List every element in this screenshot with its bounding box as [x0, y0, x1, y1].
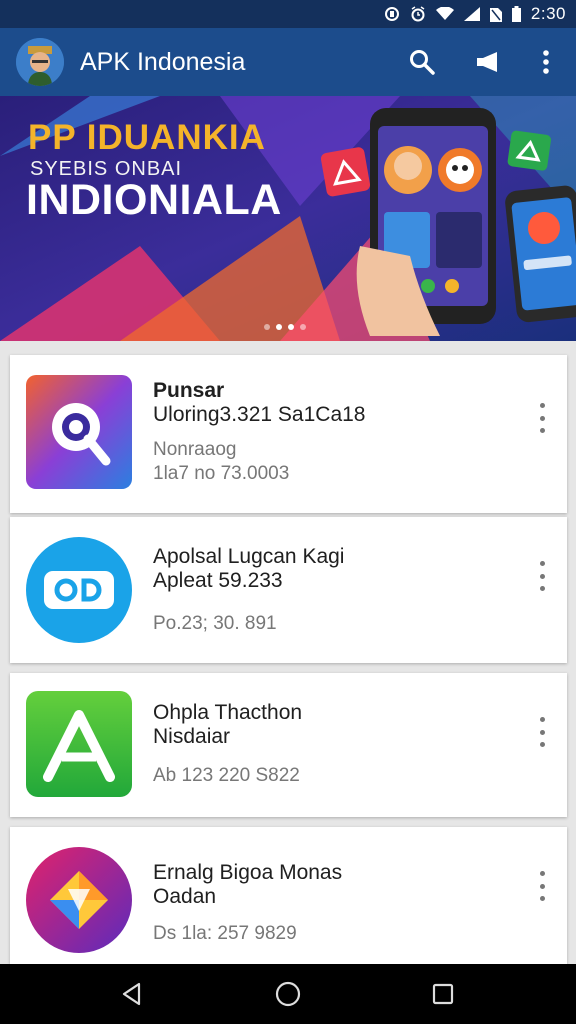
app-version: Oadan — [153, 885, 217, 908]
app-size: 1la7 no 73.0003 — [153, 463, 290, 484]
carousel-dot[interactable] — [288, 324, 294, 330]
back-icon — [122, 982, 141, 1006]
promo-banner[interactable]: PP IDUANKIA SYEBIS ONBAI INDIONIALA — [0, 96, 576, 341]
app-size: Ab 123 220 S822 — [153, 765, 300, 786]
app-size: Ds 1la: 257 9829 — [153, 923, 297, 944]
app-size: Po.23; 30. 891 — [153, 613, 277, 634]
system-nav-bar — [0, 964, 576, 1024]
battery-icon — [511, 6, 521, 22]
home-button[interactable] — [272, 978, 304, 1010]
app-list-item[interactable]: Punsar Uloring3.321 Sa1Ca18 Nonraaog 1la… — [10, 355, 567, 513]
carousel-dot[interactable] — [264, 324, 270, 330]
app-name: Ohpla Thacthon — [153, 701, 303, 724]
carousel-dot[interactable] — [300, 324, 306, 330]
back-button[interactable] — [116, 978, 148, 1010]
status-time: 2:30 — [530, 4, 566, 23]
item-menu-button[interactable] — [531, 403, 553, 433]
signal-icon — [463, 7, 480, 21]
app-list-item[interactable]: Ohpla Thacthon Nisdaiar Ab 123 220 S822 — [10, 673, 567, 817]
status-bar: 2:30 — [0, 0, 576, 28]
app-name: Apolsal Lugcan Kagi — [153, 545, 345, 568]
app-name: Ernalg Bigoa Monas — [153, 861, 343, 884]
recents-icon — [432, 983, 454, 1005]
app-name: Punsar — [153, 379, 225, 402]
app-list-item[interactable]: Ernalg Bigoa Monas Oadan Ds 1la: 257 982… — [10, 827, 567, 964]
carousel-indicator[interactable] — [264, 324, 306, 330]
more-vert-icon — [543, 50, 549, 74]
app-list-item[interactable]: Apolsal Lugcan Kagi Apleat 59.233 Po.23;… — [10, 517, 567, 663]
recents-button[interactable] — [427, 978, 459, 1010]
megaphone-icon — [477, 52, 497, 72]
app-icon-diamond — [26, 843, 132, 957]
sync-icon — [384, 7, 399, 21]
alarm-icon — [411, 6, 425, 22]
banner-headline: PP IDUANKIA — [28, 118, 266, 157]
home-icon — [275, 981, 301, 1007]
overflow-menu-button[interactable] — [530, 46, 562, 78]
announcement-button[interactable] — [472, 46, 504, 78]
app-bar: APK Indonesia — [0, 28, 576, 96]
app-icon-letter-a — [26, 691, 132, 797]
search-button[interactable] — [406, 46, 438, 78]
app-version: Apleat 59.233 — [153, 569, 283, 592]
carousel-dot-active[interactable] — [276, 324, 282, 330]
no-sim-icon — [489, 8, 502, 22]
app-icon-od — [26, 533, 132, 647]
item-menu-button[interactable] — [531, 717, 553, 747]
app-version: Uloring3.321 Sa1Ca18 — [153, 403, 366, 426]
app-category: Nonraaog — [153, 439, 237, 460]
avatar[interactable] — [16, 38, 64, 86]
search-icon — [410, 50, 435, 75]
item-menu-button[interactable] — [531, 871, 553, 901]
app-icon-magnifier — [26, 375, 132, 489]
item-menu-button[interactable] — [531, 561, 553, 591]
app-version: Nisdaiar — [153, 725, 231, 748]
banner-title: INDIONIALA — [26, 176, 282, 224]
app-title: APK Indonesia — [80, 48, 246, 76]
wifi-icon — [435, 7, 454, 20]
